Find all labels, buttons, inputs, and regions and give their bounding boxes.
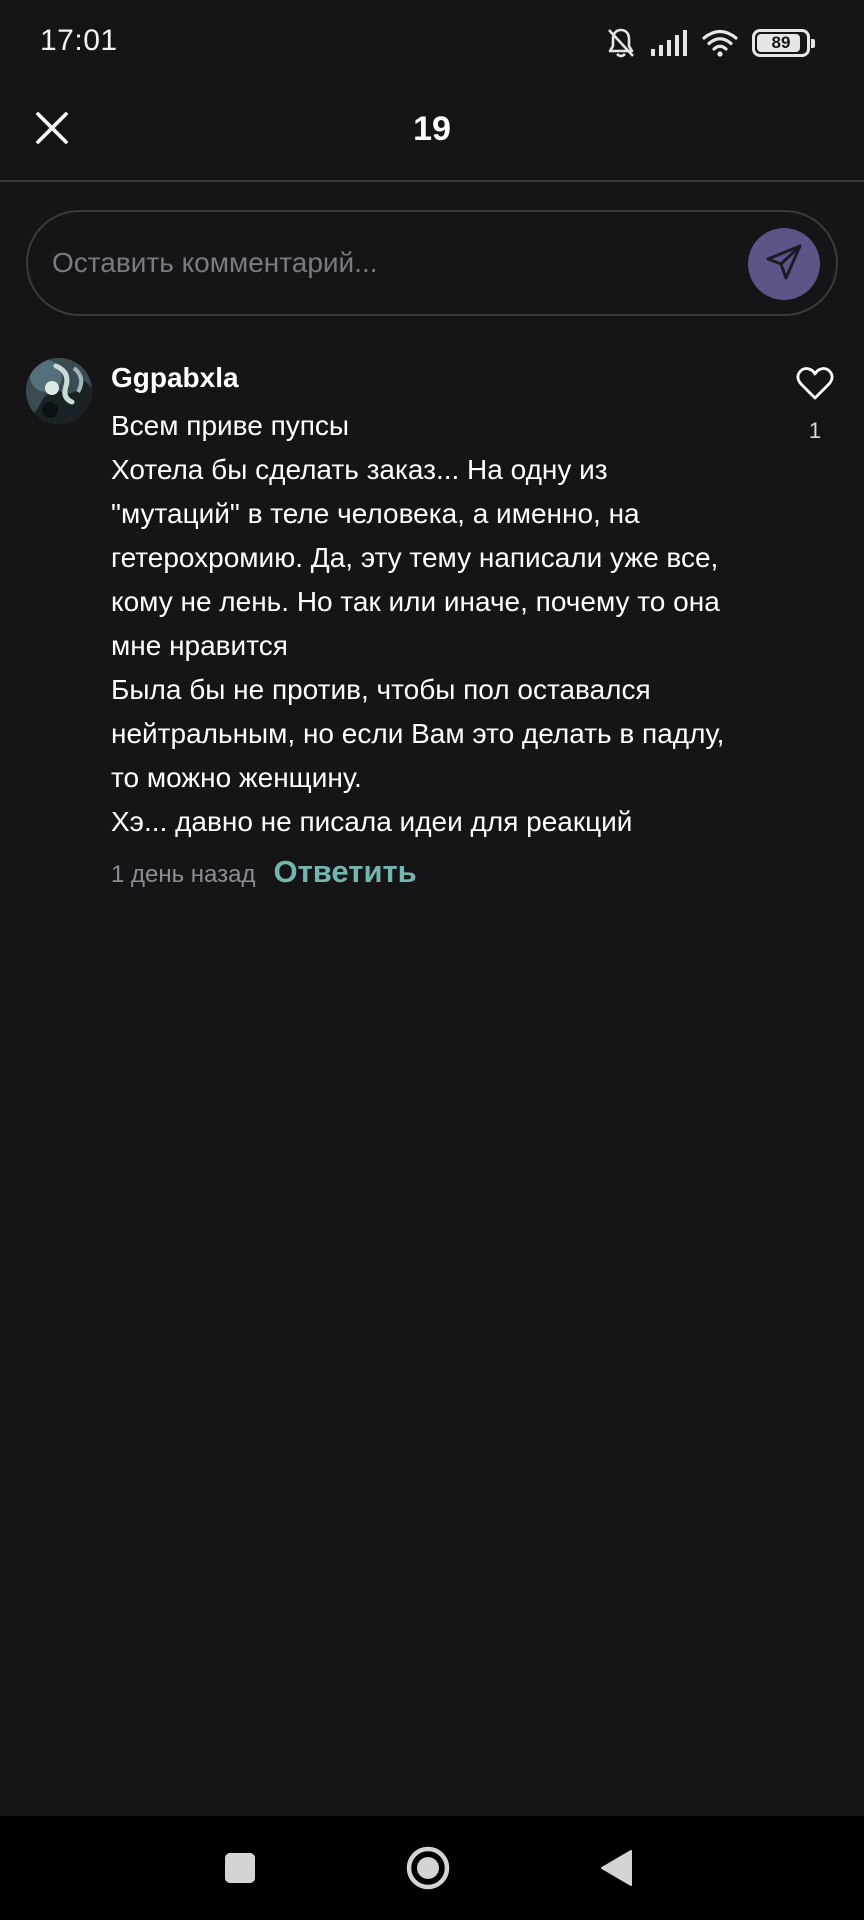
recents-square-icon bbox=[224, 1852, 256, 1889]
wifi-icon bbox=[702, 29, 738, 57]
recents-button[interactable] bbox=[214, 1844, 266, 1896]
heart-icon bbox=[796, 366, 834, 406]
status-bar: 17:01 89 bbox=[0, 0, 864, 88]
comment-text-line: кому не лень. Но так или иначе, почему т… bbox=[111, 586, 720, 617]
comment-body: Ggpabxla Всем приве пупсы Хотела бы сдел… bbox=[111, 358, 771, 890]
home-button[interactable] bbox=[402, 1844, 454, 1896]
comment-text-line: Хотела бы сделать заказ... На одну из bbox=[111, 454, 608, 485]
home-circle-icon bbox=[405, 1845, 451, 1896]
like-button[interactable] bbox=[792, 366, 838, 406]
battery-level: 89 bbox=[771, 33, 791, 52]
status-time: 17:01 bbox=[40, 24, 118, 57]
comment-text: Всем приве пупсы Хотела бы сделать заказ… bbox=[111, 404, 771, 844]
comment-text-line: Всем приве пупсы bbox=[111, 410, 350, 441]
header: 19 bbox=[0, 88, 864, 182]
send-button[interactable] bbox=[748, 228, 820, 300]
back-triangle-icon bbox=[598, 1848, 634, 1893]
comment-text-line: "мутаций" в теле человека, а именно, на bbox=[111, 498, 640, 529]
comment-timestamp: 1 день назад bbox=[111, 861, 256, 888]
comment-meta: 1 день назад Ответить bbox=[111, 854, 771, 890]
comment-text-line: Была бы не против, чтобы пол оставался bbox=[111, 674, 651, 705]
comment-count-title: 19 bbox=[413, 110, 451, 148]
comment-text-line: Хэ... давно не писала идеи для реакций bbox=[111, 806, 633, 837]
comments-screen: 17:01 89 19 Оставить комментарий... Ggpa… bbox=[0, 0, 864, 1920]
status-icons: 89 bbox=[606, 26, 815, 60]
avatar[interactable] bbox=[26, 358, 92, 424]
comment-text-line: гетерохромию. Да, эту тему написали уже … bbox=[111, 542, 719, 573]
battery-icon: 89 bbox=[752, 29, 815, 57]
comment-author[interactable]: Ggpabxla bbox=[111, 358, 771, 398]
like-control: 1 bbox=[792, 366, 838, 444]
comment-composer bbox=[26, 210, 838, 316]
comment-text-line: мне нравится bbox=[111, 630, 288, 661]
comment-text-line: то можно женщину. bbox=[111, 762, 362, 793]
comment-input[interactable] bbox=[52, 232, 732, 294]
send-icon bbox=[764, 242, 804, 287]
like-count: 1 bbox=[808, 418, 822, 443]
signal-icon bbox=[650, 29, 688, 57]
reply-button[interactable]: Ответить bbox=[273, 854, 416, 890]
bell-off-icon bbox=[606, 27, 636, 59]
comment-text-line: нейтральным, но если Вам это делать в па… bbox=[111, 718, 725, 749]
back-button[interactable] bbox=[590, 1844, 642, 1896]
system-nav-bar bbox=[0, 1816, 864, 1920]
